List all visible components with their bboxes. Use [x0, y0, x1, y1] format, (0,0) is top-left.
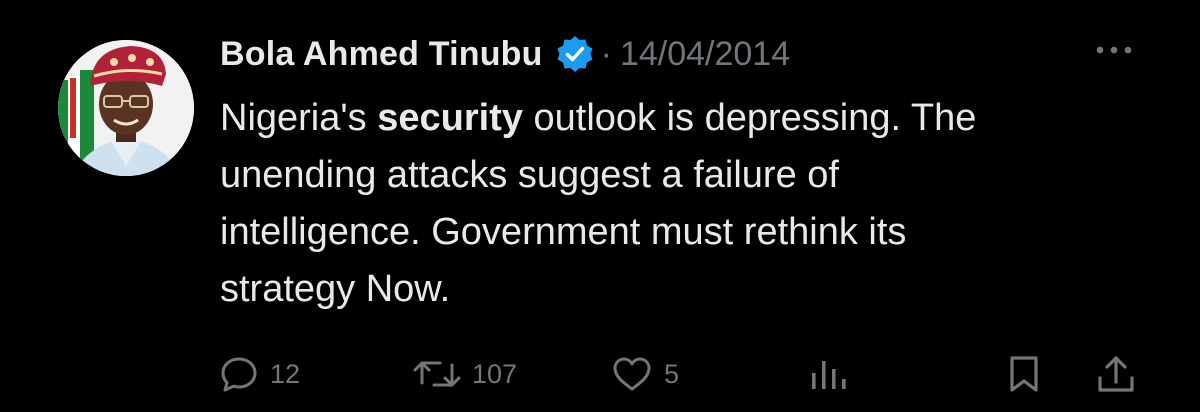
reply-icon [221, 357, 257, 392]
reply-count: 12 [270, 358, 301, 389]
views-chart-icon [812, 361, 846, 389]
tweet-text-line-4: strategy Now. [220, 268, 451, 310]
tweet-text-line-3: intelligence. Government must rethink it… [220, 211, 907, 253]
separator: · [600, 34, 612, 73]
author-name[interactable]: Bola Ahmed Tinubu [220, 35, 543, 74]
action-bar: 12 107 5 [0, 344, 1200, 404]
retweet-icon [413, 361, 461, 387]
heart-icon [613, 357, 651, 391]
tweet-text-line-1: Nigeria's security outlook is depressing… [220, 97, 977, 139]
tweet-header: Bola Ahmed Tinubu · 14/04/2014 [220, 28, 790, 80]
highlighted-word: security [377, 97, 523, 139]
bookmark-button[interactable] [1004, 344, 1044, 404]
retweet-button[interactable]: 107 [412, 344, 517, 404]
share-button[interactable] [1094, 344, 1138, 404]
more-options-icon[interactable] [1093, 38, 1135, 62]
like-button[interactable]: 5 [610, 344, 679, 404]
bookmark-icon [1010, 356, 1038, 392]
share-icon [1098, 356, 1134, 392]
reply-button[interactable]: 12 [218, 344, 300, 404]
views-button[interactable] [806, 344, 850, 404]
verified-badge-icon [555, 34, 595, 74]
tweet-text-line-2: unending attacks suggest a failure of [220, 154, 839, 196]
avatar[interactable] [58, 40, 194, 176]
tweet-date[interactable]: 14/04/2014 [620, 35, 790, 74]
tweet[interactable]: Bola Ahmed Tinubu · 14/04/2014 Nigeria's… [0, 0, 1200, 412]
tweet-text: Nigeria's security outlook is depressing… [220, 90, 1180, 318]
retweet-count: 107 [472, 358, 518, 389]
like-count: 5 [664, 358, 680, 389]
